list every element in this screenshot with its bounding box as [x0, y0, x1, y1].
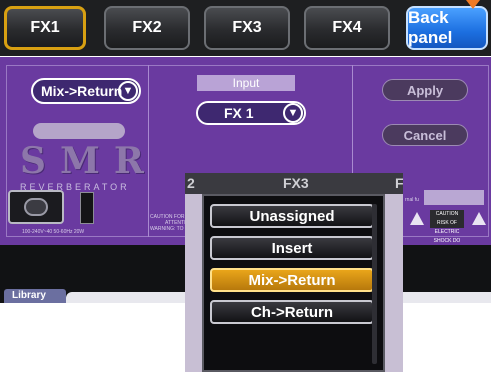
caution-badge: CAUTION RISK OF ELECTRIC SHOCK DO NOT OP…	[430, 210, 464, 253]
cancel-button[interactable]: Cancel	[382, 124, 468, 146]
routing-popup: 2 FX3 F Unassigned Insert Mix->Return Ch…	[185, 173, 404, 372]
chevron-down-icon: ▼	[118, 81, 138, 101]
label-box	[424, 190, 484, 205]
option-unassigned[interactable]: Unassigned	[210, 204, 374, 228]
apply-button[interactable]: Apply	[382, 79, 468, 101]
warning-icon	[410, 212, 424, 225]
popup-list: Unassigned Insert Mix->Return Ch->Return	[202, 194, 385, 372]
brand-logo: SMR	[20, 140, 158, 182]
fx-input-dropdown[interactable]: FX 1 ▼	[196, 101, 306, 125]
warning-icon	[472, 212, 486, 225]
option-mix-return[interactable]: Mix->Return	[210, 268, 374, 292]
tab-fx2[interactable]: FX2	[104, 6, 190, 50]
terminal-text: rnal fu	[405, 197, 419, 203]
back-panel-button[interactable]: Back panel	[406, 6, 488, 50]
tab-fx1[interactable]: FX1	[4, 6, 86, 50]
scrollbar[interactable]	[372, 204, 377, 364]
popup-header-title: FX3	[283, 175, 309, 191]
popup-header-right: F	[395, 175, 404, 191]
option-ch-return[interactable]: Ch->Return	[210, 300, 374, 324]
routing-dropdown[interactable]: Mix->Return ▼	[31, 78, 141, 104]
option-insert[interactable]: Insert	[210, 236, 374, 260]
input-label: Input	[197, 75, 295, 91]
popup-header-left: 2	[187, 175, 195, 191]
tab-fx4[interactable]: FX4	[304, 6, 390, 50]
fx-input-value: FX 1	[224, 105, 254, 121]
orange-arrow-icon	[466, 0, 480, 9]
power-socket-icon	[8, 190, 64, 224]
routing-value: Mix->Return	[41, 83, 123, 99]
tab-library[interactable]: Library	[4, 289, 66, 303]
power-switch	[80, 192, 94, 224]
caution-badge-title: CAUTION	[435, 211, 459, 217]
popup-header: 2 FX3 F	[185, 173, 404, 194]
name-label-field	[33, 123, 125, 139]
power-spec: 100-240V~40 50-60Hz 20W	[22, 229, 85, 235]
chevron-down-icon: ▼	[283, 103, 303, 123]
tab-fx3[interactable]: FX3	[204, 6, 290, 50]
fx-tab-bar: FX1 FX2 FX3 FX4 Back panel	[0, 0, 491, 56]
